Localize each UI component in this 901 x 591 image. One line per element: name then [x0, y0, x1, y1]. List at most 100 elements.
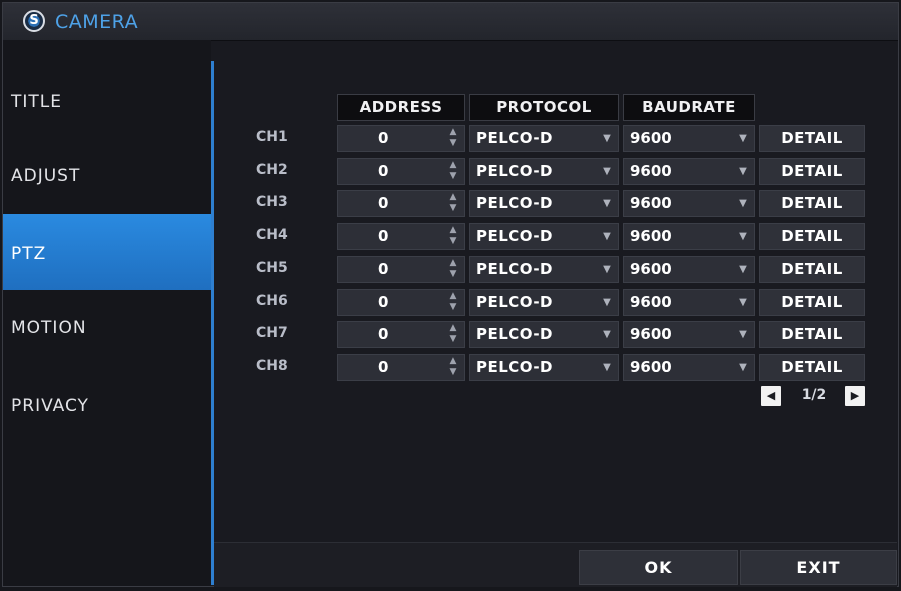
column-header-protocol: PROTOCOL — [469, 94, 619, 121]
protocol-value: PELCO-D — [476, 194, 554, 212]
detail-button[interactable]: DETAIL — [759, 223, 865, 250]
baudrate-select[interactable]: 9600 ▼ — [623, 321, 755, 348]
channel-label: CH7 — [256, 325, 288, 341]
chevron-down-icon[interactable]: ▼ — [732, 191, 754, 216]
protocol-select[interactable]: PELCO-D ▼ — [469, 190, 619, 217]
baudrate-value: 9600 — [630, 162, 672, 180]
page-indicator: 1/2 — [801, 387, 827, 403]
protocol-value: PELCO-D — [476, 129, 554, 147]
detail-button[interactable]: DETAIL — [759, 256, 865, 283]
chevron-down-icon[interactable]: ▼ — [596, 355, 618, 380]
chevron-down-icon[interactable]: ▼ — [732, 224, 754, 249]
address-value: 0 — [378, 260, 389, 278]
protocol-select[interactable]: PELCO-D ▼ — [469, 354, 619, 381]
address-value: 0 — [378, 227, 389, 245]
channel-label: CH1 — [256, 129, 288, 145]
address-stepper[interactable]: 0 ▲ ▼ — [337, 289, 465, 316]
chevron-down-icon[interactable]: ▼ — [732, 322, 754, 347]
protocol-value: PELCO-D — [476, 358, 554, 376]
chevron-down-icon[interactable]: ▼ — [732, 126, 754, 151]
detail-button[interactable]: DETAIL — [759, 190, 865, 217]
column-header-baudrate: BAUDRATE — [623, 94, 755, 121]
title-bar: S CAMERA — [3, 3, 898, 41]
channel-label: CH3 — [256, 194, 288, 210]
address-stepper[interactable]: 0 ▲ ▼ — [337, 321, 465, 348]
channel-label: CH4 — [256, 227, 288, 243]
address-stepper[interactable]: 0 ▲ ▼ — [337, 190, 465, 217]
channel-label: CH5 — [256, 260, 288, 276]
address-value: 0 — [378, 293, 389, 311]
sidebar-item-privacy[interactable]: PRIVACY — [3, 370, 211, 446]
table-row: CH5 0 ▲ ▼ PELCO-D ▼ 9600 ▼ DETAIL — [3, 256, 898, 283]
address-stepper[interactable]: 0 ▲ ▼ — [337, 158, 465, 185]
baudrate-select[interactable]: 9600 ▼ — [623, 354, 755, 381]
address-value: 0 — [378, 358, 389, 376]
protocol-select[interactable]: PELCO-D ▼ — [469, 256, 619, 283]
baudrate-value: 9600 — [630, 129, 672, 147]
address-stepper[interactable]: 0 ▲ ▼ — [337, 256, 465, 283]
detail-button[interactable]: DETAIL — [759, 321, 865, 348]
detail-button[interactable]: DETAIL — [759, 158, 865, 185]
detail-button[interactable]: DETAIL — [759, 289, 865, 316]
channel-label: CH2 — [256, 162, 288, 178]
protocol-select[interactable]: PELCO-D ▼ — [469, 158, 619, 185]
chevron-down-icon[interactable]: ▼ — [732, 257, 754, 282]
sidebar-item-label: PRIVACY — [11, 396, 89, 416]
baudrate-value: 9600 — [630, 194, 672, 212]
stepper-arrows-icon[interactable]: ▲ ▼ — [442, 257, 464, 282]
address-stepper[interactable]: 0 ▲ ▼ — [337, 125, 465, 152]
column-header-address: ADDRESS — [337, 94, 465, 121]
baudrate-select[interactable]: 9600 ▼ — [623, 190, 755, 217]
table-row: CH4 0 ▲ ▼ PELCO-D ▼ 9600 ▼ DETAIL — [3, 223, 898, 250]
baudrate-select[interactable]: 9600 ▼ — [623, 158, 755, 185]
address-value: 0 — [378, 194, 389, 212]
table-row: CH2 0 ▲ ▼ PELCO-D ▼ 9600 ▼ DETAIL — [3, 158, 898, 185]
address-value: 0 — [378, 162, 389, 180]
chevron-down-icon[interactable]: ▼ — [732, 355, 754, 380]
baudrate-value: 9600 — [630, 358, 672, 376]
baudrate-select[interactable]: 9600 ▼ — [623, 289, 755, 316]
table-row: CH7 0 ▲ ▼ PELCO-D ▼ 9600 ▼ DETAIL — [3, 321, 898, 348]
ok-button[interactable]: OK — [579, 550, 738, 585]
chevron-down-icon[interactable]: ▼ — [596, 224, 618, 249]
baudrate-select[interactable]: 9600 ▼ — [623, 125, 755, 152]
protocol-select[interactable]: PELCO-D ▼ — [469, 223, 619, 250]
stepper-arrows-icon[interactable]: ▲ ▼ — [442, 224, 464, 249]
exit-button[interactable]: EXIT — [740, 550, 897, 585]
chevron-down-icon[interactable]: ▼ — [596, 322, 618, 347]
chevron-down-icon[interactable]: ▼ — [596, 290, 618, 315]
stepper-arrows-icon[interactable]: ▲ ▼ — [442, 159, 464, 184]
address-stepper[interactable]: 0 ▲ ▼ — [337, 223, 465, 250]
protocol-value: PELCO-D — [476, 260, 554, 278]
sidebar-item-title[interactable]: TITLE — [3, 40, 211, 116]
triangle-right-icon[interactable]: ▶ — [845, 386, 865, 406]
baudrate-select[interactable]: 9600 ▼ — [623, 256, 755, 283]
protocol-select[interactable]: PELCO-D ▼ — [469, 321, 619, 348]
protocol-select[interactable]: PELCO-D ▼ — [469, 289, 619, 316]
stepper-arrows-icon[interactable]: ▲ ▼ — [442, 322, 464, 347]
stepper-arrows-icon[interactable]: ▲ ▼ — [442, 126, 464, 151]
chevron-down-icon[interactable]: ▼ — [596, 126, 618, 151]
baudrate-select[interactable]: 9600 ▼ — [623, 223, 755, 250]
protocol-value: PELCO-D — [476, 162, 554, 180]
chevron-down-icon[interactable]: ▼ — [596, 257, 618, 282]
stepper-arrows-icon[interactable]: ▲ ▼ — [442, 191, 464, 216]
stepper-arrows-icon[interactable]: ▲ ▼ — [442, 355, 464, 380]
chevron-down-icon[interactable]: ▼ — [732, 159, 754, 184]
chevron-down-icon[interactable]: ▼ — [596, 159, 618, 184]
detail-button[interactable]: DETAIL — [759, 354, 865, 381]
stepper-arrows-icon[interactable]: ▲ ▼ — [442, 290, 464, 315]
table-row: CH1 0 ▲ ▼ PELCO-D ▼ 9600 ▼ DETAIL — [3, 125, 898, 152]
channel-label: CH8 — [256, 358, 288, 374]
detail-button[interactable]: DETAIL — [759, 125, 865, 152]
baudrate-value: 9600 — [630, 325, 672, 343]
camera-logo-icon: S — [23, 10, 45, 32]
address-stepper[interactable]: 0 ▲ ▼ — [337, 354, 465, 381]
triangle-left-icon[interactable]: ◀ — [761, 386, 781, 406]
channel-label: CH6 — [256, 293, 288, 309]
protocol-select[interactable]: PELCO-D ▼ — [469, 125, 619, 152]
chevron-down-icon[interactable]: ▼ — [596, 191, 618, 216]
table-row: CH6 0 ▲ ▼ PELCO-D ▼ 9600 ▼ DETAIL — [3, 289, 898, 316]
baudrate-value: 9600 — [630, 227, 672, 245]
chevron-down-icon[interactable]: ▼ — [732, 290, 754, 315]
